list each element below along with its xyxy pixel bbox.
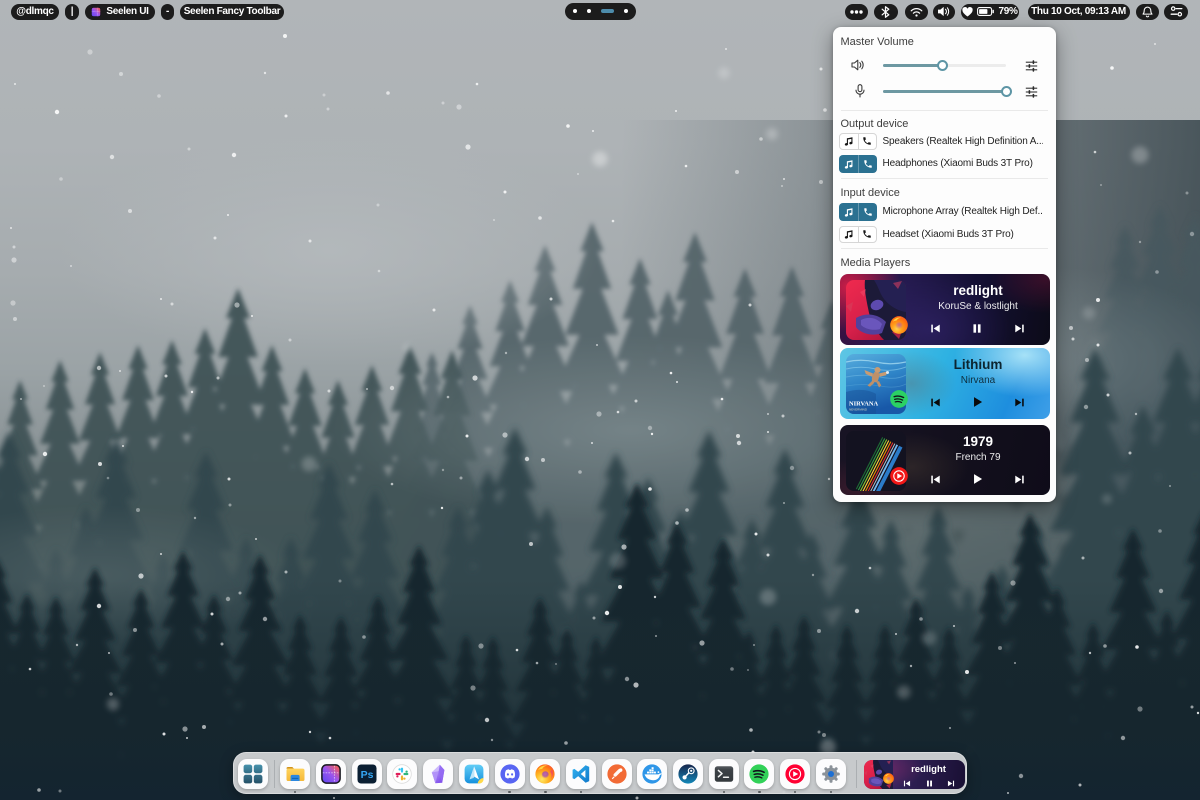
svg-text:NIRVANA: NIRVANA (849, 401, 879, 408)
svg-text:Ps: Ps (360, 769, 373, 781)
svg-text:NEVERMIND: NEVERMIND (849, 408, 868, 412)
